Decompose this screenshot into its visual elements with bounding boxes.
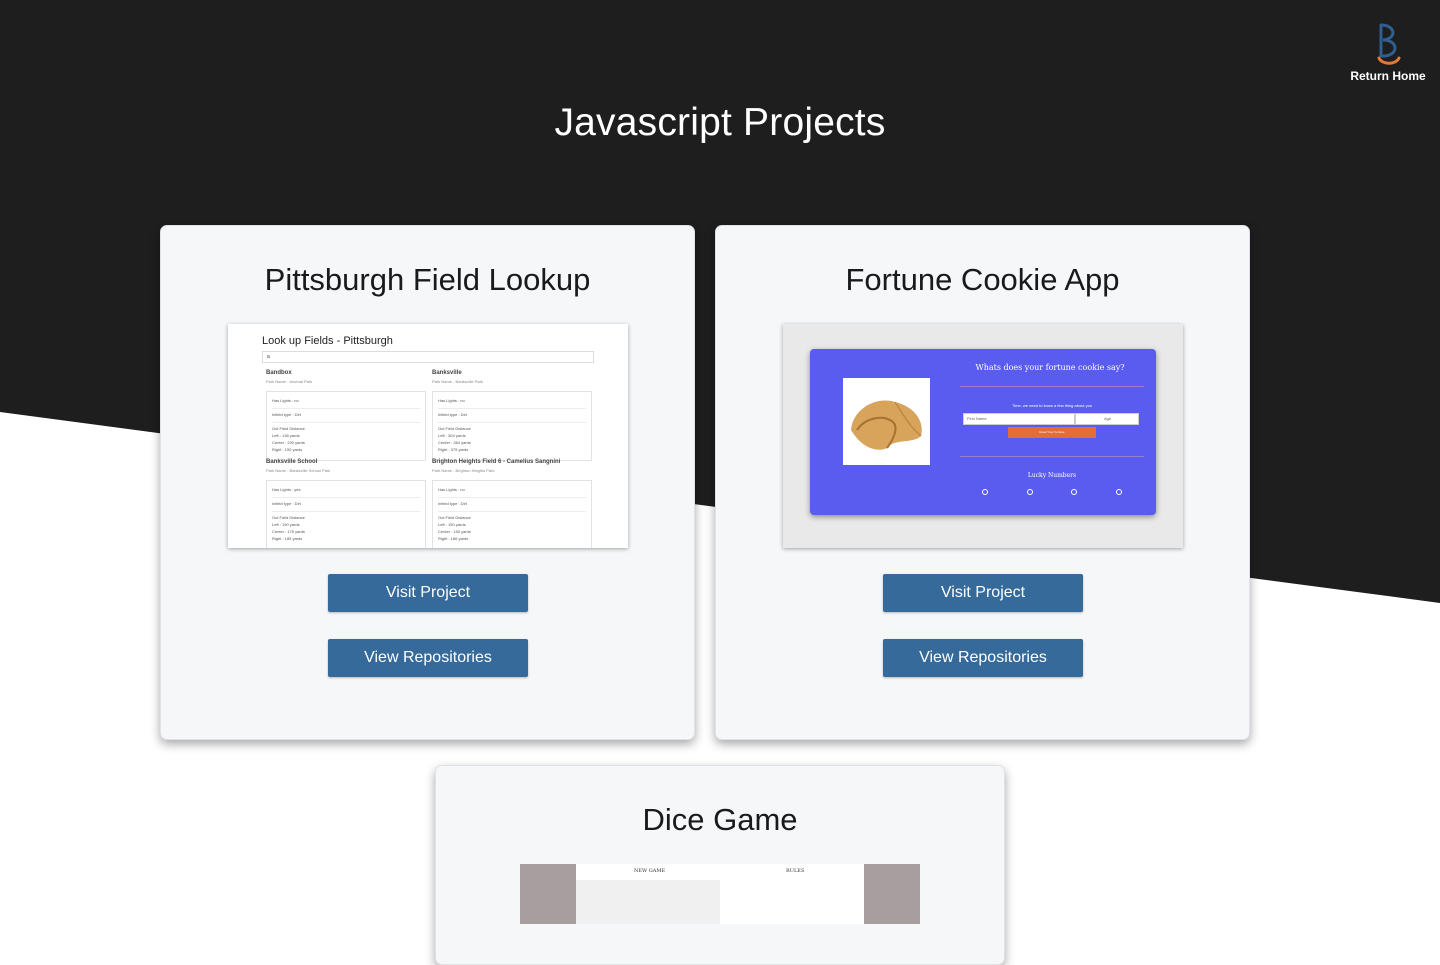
field-entry: Banksville School Park Name - Banksville… [266, 459, 426, 548]
project-title: Fortune Cookie App [845, 262, 1120, 297]
return-home-label: Return Home [1350, 69, 1426, 83]
project-card-fortune-cookie: Fortune Cookie App Whats does your fortu… [715, 225, 1250, 740]
field-park: Park Name - Banksville School Park [266, 468, 331, 473]
return-home-link[interactable]: Return Home [1346, 22, 1430, 83]
field-park: Park Name - Banksville Park [432, 379, 483, 384]
field-lights: Has Lights : no [272, 395, 420, 409]
fortune-panel: Whats does your fortune cookie say? Time… [810, 349, 1156, 515]
field-distances: Out Field Distance Left : 138 yards Cent… [272, 426, 305, 452]
fortune-age-field: Age [1075, 413, 1139, 425]
lucky-numbers-label: Lucky Numbers [1027, 472, 1077, 479]
field-lights: Has Lights : no [438, 484, 586, 498]
logo-b-icon [1377, 23, 1401, 65]
field-distances: Out Field Distance Left : 304 yards Cent… [438, 426, 471, 452]
dice-nav-new-game: NEW GAME [634, 868, 666, 874]
lucky-number [982, 489, 988, 495]
visit-project-button[interactable]: Visit Project [328, 574, 528, 612]
project-card-field-lookup: Pittsburgh Field Lookup Look up Fields -… [160, 225, 695, 740]
field-name: Bandbox [266, 370, 292, 376]
lucky-number [1115, 489, 1122, 495]
visit-project-button[interactable]: Visit Project [883, 574, 1083, 612]
project-title: Pittsburgh Field Lookup [264, 262, 591, 297]
project-card-dice-game: Dice Game NEW GAME RULES [435, 765, 1005, 965]
view-repositories-button[interactable]: View Repositories [883, 639, 1083, 677]
field-infield: Infield type : Dirt [438, 498, 586, 512]
field-entry: Bandbox Park Name - Arsenal Park Has Lig… [266, 370, 426, 461]
field-lights: Has Lights : yes [272, 484, 420, 498]
field-distances: Out Field Distance Left : 190 yards Cent… [272, 515, 305, 541]
field-entry: Brighton Heights Field 6 - Camelius Sang… [432, 459, 592, 548]
field-lights: Has Lights : no [438, 395, 586, 409]
lucky-number [1026, 489, 1033, 495]
field-name: Banksville [432, 370, 462, 376]
view-repositories-button[interactable]: View Repositories [328, 639, 528, 677]
field-distances: Out Field Distance Left : 150 yards Cent… [438, 515, 471, 541]
lucky-number [1071, 489, 1078, 495]
project-thumbnail: Whats does your fortune cookie say? Time… [783, 324, 1183, 548]
lucky-numbers [982, 489, 1122, 495]
project-thumbnail: Look up Fields - Pittsburgh a Bandbox Pa… [228, 324, 628, 548]
fortune-question: Whats does your fortune cookie say? [975, 363, 1125, 372]
field-park: Park Name - Brighton Heights Park [432, 468, 495, 473]
thumbnail-heading: Look up Fields - Pittsburgh [262, 335, 393, 347]
field-name: Banksville School [266, 459, 318, 465]
field-infield: Infield type : Dirt [272, 498, 420, 512]
field-infield: Infield type : Dirt [438, 409, 586, 423]
field-entry: Banksville Park Name - Banksville Park H… [432, 370, 592, 461]
fortune-cookie-image [843, 378, 930, 465]
field-park: Park Name - Arsenal Park [266, 379, 313, 384]
field-infield: Infield type : Dirt [272, 409, 420, 423]
project-title: Dice Game [642, 802, 798, 837]
page-title: Javascript Projects [554, 101, 886, 144]
thumbnail-search-input: a [262, 351, 594, 363]
field-name: Brighton Heights Field 6 - Camelius Sang… [432, 459, 561, 465]
fortune-read-button: Read Your Fortune [1008, 427, 1096, 438]
fortune-name-field: First Name [963, 413, 1075, 425]
dice-nav-rules: RULES [786, 868, 805, 874]
fortune-hint: Time, we need to know a few thing about … [1011, 403, 1093, 408]
project-thumbnail: NEW GAME RULES [520, 864, 920, 924]
